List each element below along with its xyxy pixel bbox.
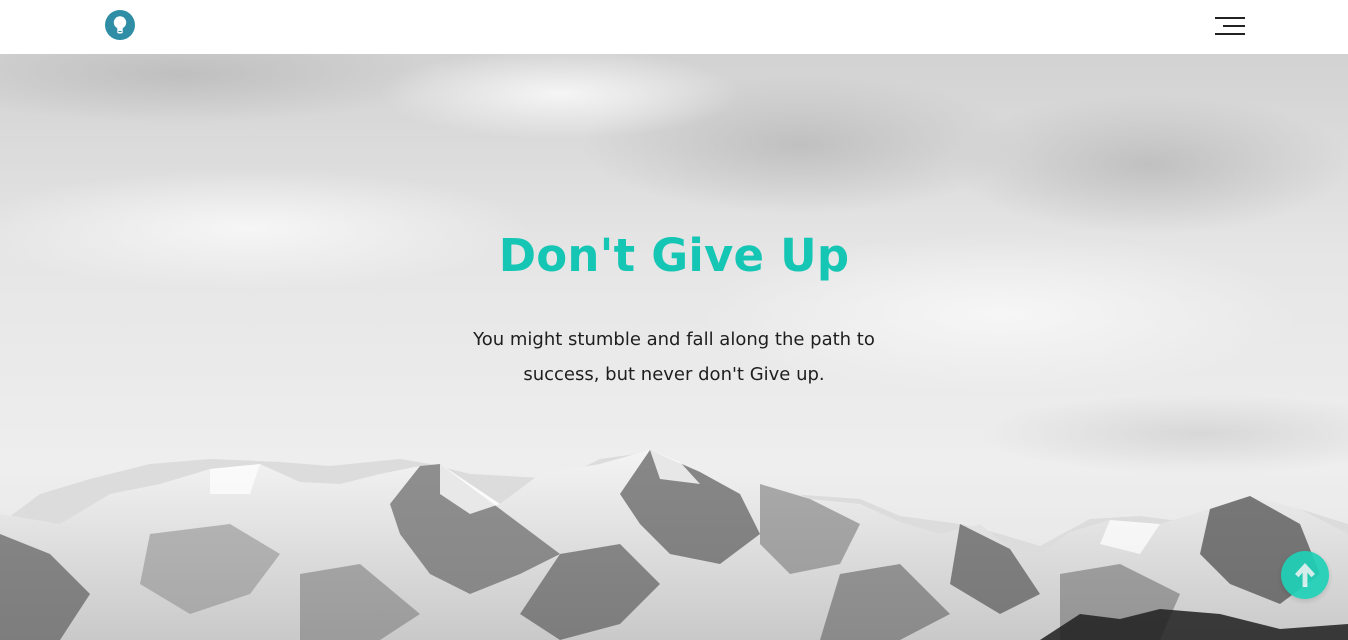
site-header bbox=[0, 0, 1348, 54]
scroll-to-top-button[interactable] bbox=[1281, 551, 1329, 599]
hero-title: Don't Give Up bbox=[498, 229, 850, 282]
hero-text: You might stumble and fall along the pat… bbox=[473, 329, 875, 385]
lightbulb-icon[interactable] bbox=[105, 10, 135, 40]
arrow-up-icon bbox=[1295, 563, 1315, 587]
hero-content: Don't Give Up You might stumble and fall… bbox=[0, 226, 1348, 392]
hamburger-menu-icon[interactable] bbox=[1212, 14, 1248, 38]
hero-section: Don't Give Up You might stumble and fall… bbox=[0, 54, 1348, 640]
